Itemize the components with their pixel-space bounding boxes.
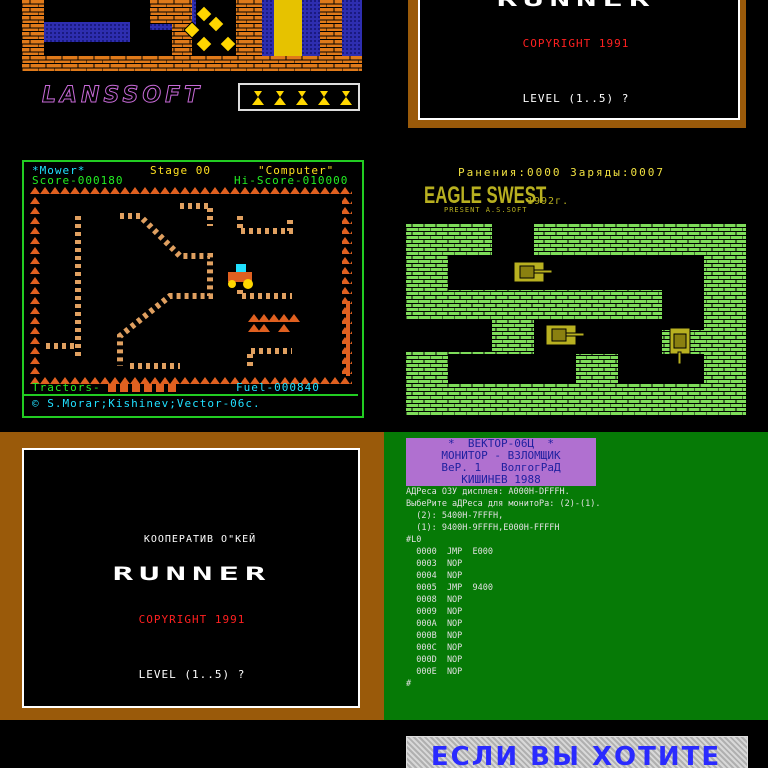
monitor-line: #L0 [406, 535, 422, 545]
runner-top-title: RUNNER [496, 0, 656, 11]
bee-icon [318, 91, 330, 105]
lives-icons [252, 91, 352, 105]
eagle-maze [406, 224, 746, 416]
bee-icon [340, 91, 352, 105]
monitor-output: АДРеса ОЗУ дисплея: А000Н-DFFFH. ВыбеРит… [406, 486, 756, 690]
runner-screen: КООПЕРАТИВ О"КЕЙ RUNNER COPYRIGHT 1991 L… [0, 432, 384, 720]
bee-icon [252, 91, 264, 105]
monitor-screen: * ВЕКТОР-06Ц * МОНИТОР - ВЗЛОМЩИК ВеР. 1… [384, 432, 768, 720]
monitor-line: 0008 NOP [406, 595, 463, 605]
monitor-line: 000D NOP [406, 655, 463, 665]
eagle-present: PRESENT A.S.SOFT [444, 206, 528, 214]
runner-level-prompt: LEVEL (1..5) ? [138, 668, 246, 681]
monitor-line: 000E NOP [406, 667, 463, 677]
monitor-line: АДРеса ОЗУ дисплея: А000Н-DFFFH. [406, 487, 570, 497]
mower-stage: Stage 00 [150, 164, 211, 177]
eagle-status: Ранения:0000 Заряды:0007 [458, 166, 665, 179]
eagle-year: 1992г. [527, 196, 570, 207]
mower-fuel: Fuel-000840 [236, 381, 320, 394]
monitor-line: 000A NOP [406, 619, 463, 629]
lanssoft-brick-scene [22, 0, 362, 72]
runner-top-level-prompt: LEVEL (1..5) ? [522, 92, 630, 105]
runner-top-screen: RUNNER COPYRIGHT 1991 LEVEL (1..5) ? [384, 0, 768, 144]
runner-coop: КООПЕРАТИВ О"КЕЙ [143, 534, 257, 545]
monitor-line: 000C NOP [406, 643, 463, 653]
runner-copyright: COPYRIGHT 1991 [138, 613, 246, 626]
monitor-line: 000B NOP [406, 631, 463, 641]
bottom-banner-text: ЕСЛИ ВЫ ХОТИТЕ [430, 742, 722, 768]
mower-screen: *Mower* Stage 00 "Computer" Score-000180… [0, 144, 384, 432]
eagle-screen: Ранения:0000 Заряды:0007 EAGLE SWEST 199… [384, 144, 768, 432]
monitor-line: 0005 JMP 9400 [406, 583, 493, 593]
lanssoft-screen: LANSSOFT [0, 0, 384, 144]
monitor-header: * ВЕКТОР-06Ц * МОНИТОР - ВЗЛОМЩИК ВеР. 1… [406, 438, 596, 486]
runner-top-copyright: COPYRIGHT 1991 [522, 37, 630, 50]
monitor-line: ВыбеРите аДРеса для монитоРа: (2)-(1). [406, 499, 601, 509]
mower-field [30, 186, 352, 384]
bottom-left-screen [0, 720, 384, 768]
bee-icon [296, 91, 308, 105]
bottom-right-screen: ЕСЛИ ВЫ ХОТИТЕ [384, 720, 768, 768]
monitor-line: 0003 NOP [406, 559, 463, 569]
monitor-line: 0004 NOP [406, 571, 463, 581]
mower-tractors-label: Tractors- [32, 381, 101, 394]
lanssoft-logo: LANSSOFT [41, 83, 204, 109]
monitor-line: 0000 JMP E000 [406, 547, 493, 557]
runner-title: RUNNER [112, 563, 272, 585]
monitor-line: (2): 5400Н-7FFFH, [406, 511, 504, 521]
monitor-cursor: # [406, 679, 412, 689]
lives-box [238, 83, 360, 111]
monitor-line: 0009 NOP [406, 607, 463, 617]
bee-icon [274, 91, 286, 105]
tractors-remaining-icons [108, 384, 180, 392]
mower-credit: © S.Morar;Kishinev;Vector-06c. [32, 397, 261, 410]
monitor-line: (1): 9400Н-9FFFH,E000H-FFFFH [406, 523, 560, 533]
monitor-header-line: КИШИНЕВ 1988 [461, 473, 541, 486]
